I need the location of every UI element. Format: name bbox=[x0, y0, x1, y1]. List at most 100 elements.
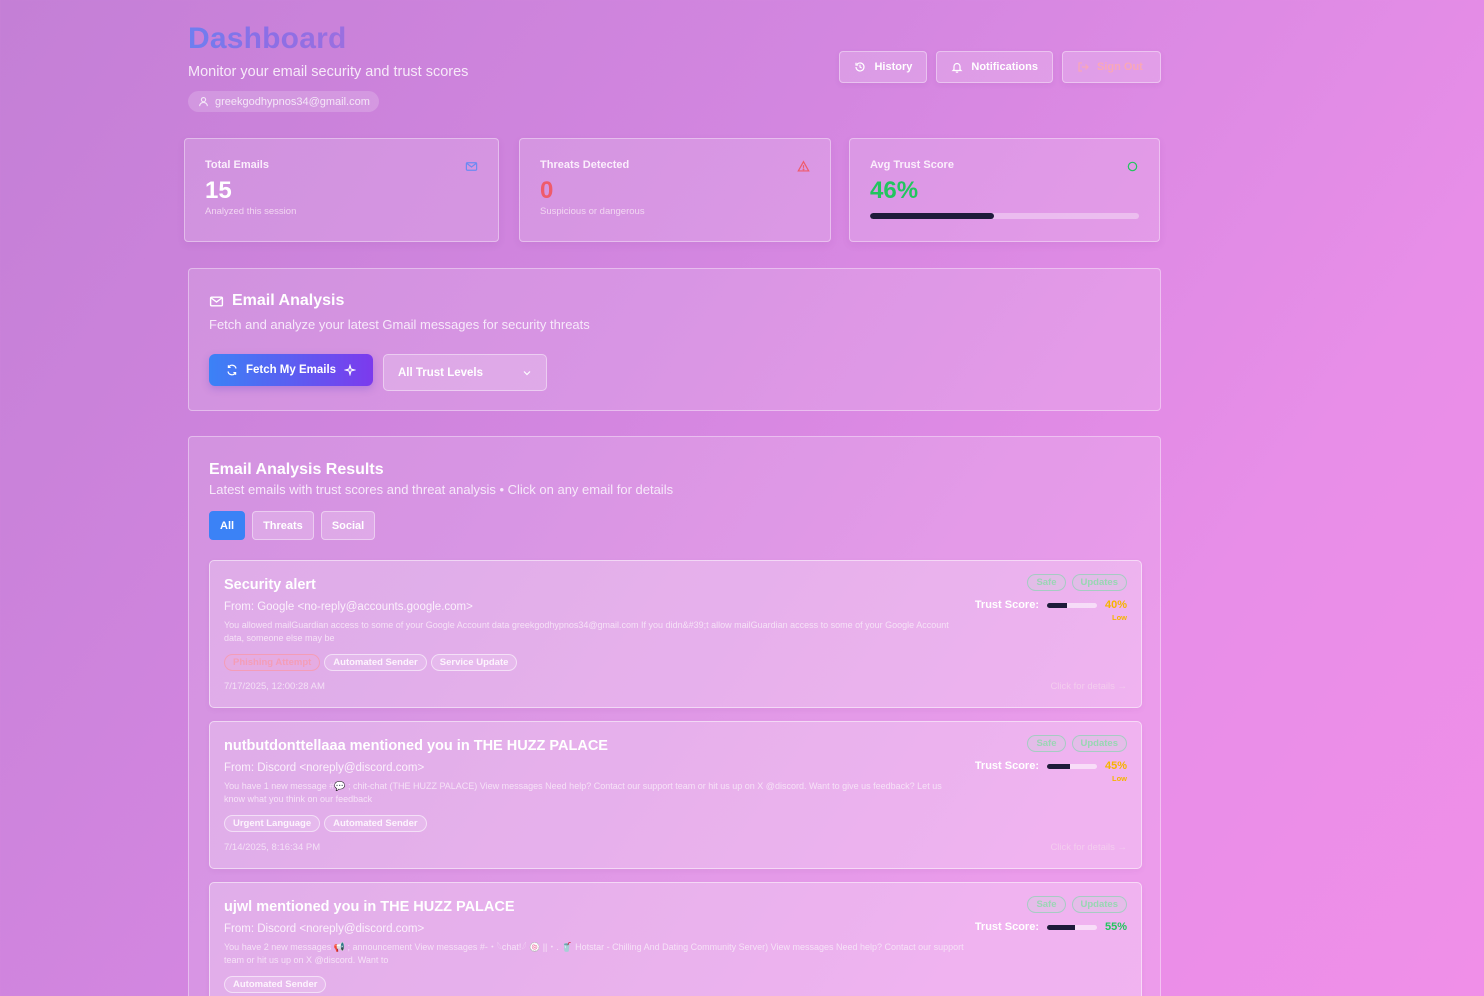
stat-label: Avg Trust Score bbox=[870, 159, 954, 171]
notifications-button[interactable]: Notifications bbox=[936, 51, 1053, 83]
stat-card-avg-trust: Avg Trust Score 46% bbox=[849, 138, 1160, 242]
status-badge: Safe bbox=[1027, 896, 1066, 913]
sign-out-icon bbox=[1078, 62, 1089, 72]
results-title: Email Analysis Results bbox=[209, 461, 384, 478]
tab-all[interactable]: All bbox=[209, 511, 246, 540]
page-subtitle: Monitor your email security and trust sc… bbox=[188, 64, 469, 80]
trust-level-selected: All Trust Levels bbox=[398, 366, 484, 379]
email-tag: Service Update bbox=[430, 654, 518, 671]
email-badges: Safe Updates bbox=[1027, 574, 1127, 591]
results-description: Latest emails with trust scores and thre… bbox=[209, 482, 674, 497]
email-tag: Phishing Attempt bbox=[224, 654, 321, 671]
email-trust-score: Trust Score: 40% bbox=[975, 599, 1127, 611]
email-snippet: You have 2 new messages 📢 ; announcement… bbox=[224, 942, 964, 965]
stat-sub: Suspicious or dangerous bbox=[540, 206, 645, 217]
bell-icon bbox=[951, 62, 963, 73]
email-details-link[interactable]: Click for details → bbox=[1050, 681, 1127, 692]
email-subject: ujwl mentioned you in THE HUZZ PALACE bbox=[224, 899, 515, 915]
notifications-button-label: Notifications bbox=[971, 61, 1038, 73]
avg-trust-progress-fill bbox=[870, 213, 994, 219]
email-from: From: Google <no-reply@accounts.google.c… bbox=[224, 601, 473, 613]
trust-score-bar bbox=[1047, 924, 1097, 930]
history-icon bbox=[855, 62, 866, 72]
user-icon bbox=[199, 97, 208, 107]
stat-value: 46% bbox=[870, 177, 919, 204]
risk-level: Low bbox=[1112, 774, 1127, 783]
email-from: From: Discord <noreply@discord.com> bbox=[224, 923, 425, 935]
trust-score-fill bbox=[1047, 763, 1070, 769]
email-snippet: You allowed mailGuardian access to some … bbox=[224, 620, 949, 643]
history-button-label: History bbox=[874, 61, 913, 73]
trust-level-select[interactable]: All Trust Levels bbox=[383, 354, 547, 391]
status-badge: Safe bbox=[1027, 735, 1066, 752]
email-trust-score: Trust Score: 45% bbox=[975, 760, 1127, 772]
trust-score-bar bbox=[1047, 602, 1097, 608]
email-tag: Automated Sender bbox=[224, 976, 327, 993]
email-card[interactable]: Security alert From: Google <no-reply@ac… bbox=[209, 560, 1142, 708]
email-trust-score: Trust Score: 55% bbox=[975, 921, 1127, 933]
results-filter-tabs: All Threats Social bbox=[209, 511, 376, 540]
mail-icon bbox=[465, 162, 478, 171]
email-date: 7/14/2025, 8:16:34 PM bbox=[224, 842, 321, 853]
email-snippet: You have 1 new message #💬 ; chit-chat (T… bbox=[224, 781, 942, 804]
stat-card-total-emails: Total Emails 15 Analyzed this session bbox=[184, 138, 499, 242]
sign-out-button[interactable]: Sign Out bbox=[1062, 51, 1161, 83]
email-tag: Urgent Language bbox=[224, 815, 321, 832]
history-button[interactable]: History bbox=[839, 51, 928, 83]
stat-value: 15 bbox=[205, 177, 232, 204]
email-from: From: Discord <noreply@discord.com> bbox=[224, 762, 425, 774]
refresh-icon bbox=[227, 364, 237, 376]
trust-score-fill bbox=[1047, 602, 1067, 608]
email-tags: Phishing Attempt Automated Sender Servic… bbox=[224, 654, 518, 671]
stat-sub: Analyzed this session bbox=[205, 206, 297, 217]
email-card[interactable]: ujwl mentioned you in THE HUZZ PALACE Fr… bbox=[209, 882, 1142, 996]
risk-level: Low bbox=[1112, 613, 1127, 622]
category-badge: Updates bbox=[1071, 735, 1127, 752]
fetch-emails-button[interactable]: Fetch My Emails bbox=[209, 354, 373, 386]
email-details-link[interactable]: Click for details → bbox=[1050, 842, 1127, 853]
email-badges: Safe Updates bbox=[1027, 896, 1127, 913]
category-badge: Updates bbox=[1071, 896, 1127, 913]
stat-label: Total Emails bbox=[205, 159, 269, 171]
email-tags: Automated Sender bbox=[224, 976, 327, 993]
trust-score-value: 55% bbox=[1104, 921, 1127, 933]
email-analysis-header: Email Analysis bbox=[209, 292, 344, 310]
stat-label: Threats Detected bbox=[540, 159, 630, 171]
email-subject: Security alert bbox=[224, 577, 316, 593]
chevron-down-icon bbox=[523, 370, 531, 375]
user-email-pill: greekgodhypnos34@gmail.com bbox=[188, 91, 379, 112]
page-title: Dashboard bbox=[188, 22, 347, 55]
email-analysis-description: Fetch and analyze your latest Gmail mess… bbox=[209, 317, 590, 332]
email-tag: Automated Sender bbox=[324, 654, 427, 671]
trust-score-label: Trust Score: bbox=[974, 760, 1039, 772]
email-subject: nutbutdonttellaaa mentioned you in THE H… bbox=[224, 738, 608, 754]
email-badges: Safe Updates bbox=[1027, 735, 1127, 752]
email-analysis-panel: Email Analysis Fetch and analyze your la… bbox=[188, 268, 1161, 411]
tab-threats[interactable]: Threats bbox=[252, 511, 314, 540]
user-email: greekgodhypnos34@gmail.com bbox=[215, 95, 370, 108]
email-tag: Automated Sender bbox=[324, 815, 427, 832]
trust-score-label: Trust Score: bbox=[974, 599, 1039, 611]
status-badge: Safe bbox=[1027, 574, 1066, 591]
avg-trust-progress-bar bbox=[870, 213, 1139, 219]
stat-card-threats: Threats Detected 0 Suspicious or dangero… bbox=[519, 138, 831, 242]
sparkles-icon bbox=[344, 364, 357, 376]
trust-score-fill bbox=[1047, 924, 1075, 930]
trust-score-value: 40% bbox=[1104, 599, 1127, 611]
header-actions: History Notifications Sign Out bbox=[839, 51, 1161, 83]
sign-out-button-label: Sign Out bbox=[1097, 61, 1143, 73]
email-tags: Urgent Language Automated Sender bbox=[224, 815, 427, 832]
trust-score-value: 45% bbox=[1104, 760, 1127, 772]
tab-social[interactable]: Social bbox=[320, 511, 376, 540]
fetch-emails-label: Fetch My Emails bbox=[245, 364, 337, 376]
warning-icon bbox=[797, 160, 810, 172]
shield-check-icon bbox=[1127, 161, 1138, 172]
email-results-panel: Email Analysis Results Latest emails wit… bbox=[188, 436, 1161, 996]
mail-icon bbox=[209, 296, 224, 306]
stat-value: 0 bbox=[540, 177, 554, 204]
email-card[interactable]: nutbutdonttellaaa mentioned you in THE H… bbox=[209, 721, 1142, 869]
email-date: 7/17/2025, 12:00:28 AM bbox=[224, 681, 325, 692]
category-badge: Updates bbox=[1071, 574, 1127, 591]
email-analysis-title: Email Analysis bbox=[232, 292, 345, 309]
trust-score-label: Trust Score: bbox=[974, 921, 1039, 933]
